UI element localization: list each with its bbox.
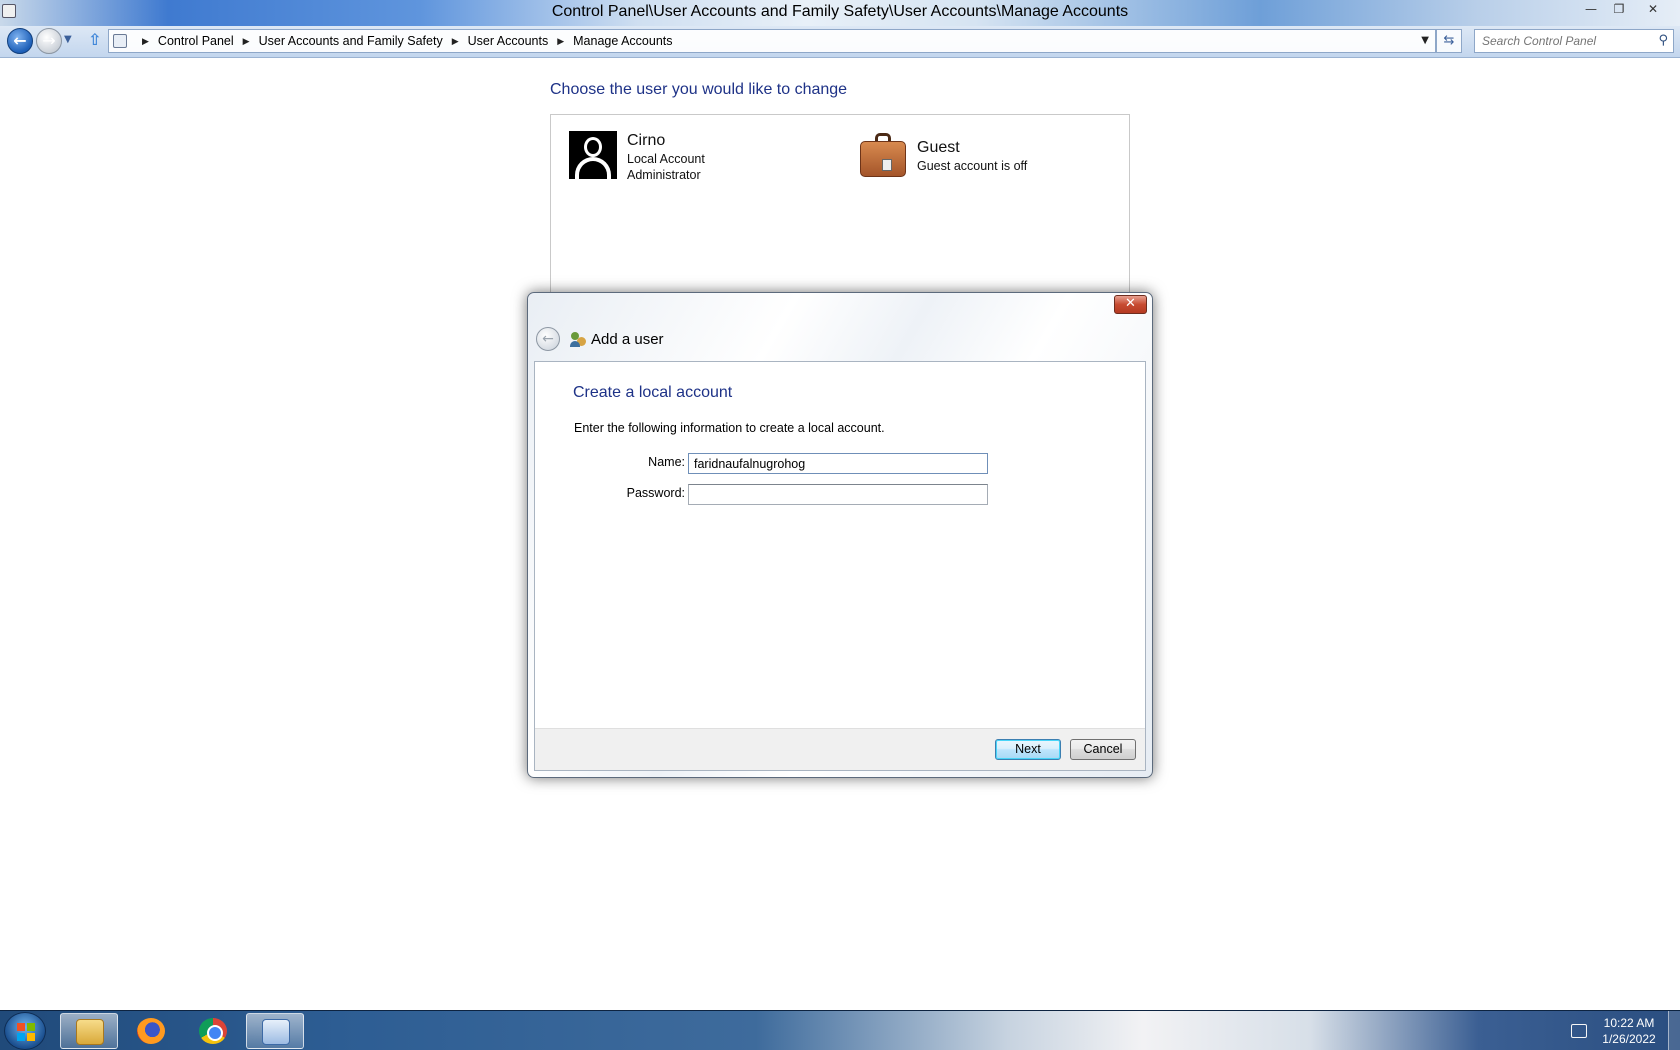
user-role: Administrator bbox=[627, 168, 701, 182]
show-desktop-button[interactable] bbox=[1668, 1011, 1680, 1050]
restore-icon[interactable]: ❐ bbox=[1608, 2, 1630, 18]
breadcrumb-separator-icon[interactable]: ▶ bbox=[452, 36, 459, 47]
window-title-bar: Control Panel\User Accounts and Family S… bbox=[0, 0, 1680, 26]
clock-time: 10:22 AM bbox=[1603, 1016, 1655, 1030]
clock-date: 1/26/2022 bbox=[1602, 1032, 1656, 1046]
breadcrumb-item[interactable]: User Accounts and Family Safety bbox=[259, 34, 443, 48]
chrome-icon bbox=[199, 1018, 227, 1044]
cancel-button[interactable]: Cancel bbox=[1070, 739, 1136, 760]
name-field[interactable] bbox=[688, 453, 988, 474]
dialog-footer: Next Cancel bbox=[535, 728, 1145, 770]
users-icon bbox=[570, 332, 586, 348]
user-silhouette-icon[interactable] bbox=[569, 131, 617, 179]
dialog-title: Add a user bbox=[591, 331, 664, 348]
firefox-icon bbox=[137, 1018, 165, 1044]
minimize-icon[interactable]: — bbox=[1580, 2, 1602, 18]
system-clock[interactable]: 10:22 AM 1/26/2022 bbox=[1598, 1015, 1660, 1047]
name-label: Name: bbox=[648, 455, 685, 469]
window-title: Control Panel\User Accounts and Family S… bbox=[551, 3, 1129, 20]
breadcrumb-item[interactable]: Control Panel bbox=[158, 34, 234, 48]
breadcrumb-item[interactable]: Manage Accounts bbox=[573, 34, 672, 48]
search-box[interactable]: ⚲ bbox=[1474, 29, 1674, 53]
next-button[interactable]: Next bbox=[995, 739, 1061, 760]
windows-explorer-icon bbox=[76, 1019, 104, 1045]
back-button[interactable]: ← bbox=[7, 28, 33, 54]
close-icon[interactable]: ✕ bbox=[1642, 2, 1664, 18]
suitcase-icon[interactable] bbox=[858, 131, 906, 179]
search-icon[interactable]: ⚲ bbox=[1658, 33, 1668, 48]
user-name[interactable]: Guest bbox=[917, 139, 960, 157]
dialog-description: Enter the following information to creat… bbox=[574, 421, 885, 435]
taskbar-control-panel-button[interactable] bbox=[246, 1013, 304, 1049]
add-user-dialog: ✕ ← Add a user Create a local account En… bbox=[527, 292, 1153, 778]
password-label: Password: bbox=[626, 486, 685, 500]
refresh-icon[interactable]: ⇆ bbox=[1436, 29, 1462, 53]
windows-logo-icon bbox=[17, 1023, 35, 1041]
network-icon[interactable] bbox=[1571, 1024, 1587, 1038]
control-panel-icon bbox=[262, 1019, 290, 1045]
user-list: Cirno Local Account Administrator Guest … bbox=[550, 114, 1130, 294]
page-title: Choose the user you would like to change bbox=[550, 81, 848, 98]
dialog-heading: Create a local account bbox=[573, 384, 733, 401]
user-name[interactable]: Cirno bbox=[627, 132, 665, 150]
forward-button[interactable]: → bbox=[36, 28, 62, 54]
taskbar-firefox-button[interactable] bbox=[122, 1013, 180, 1049]
breadcrumb-separator-icon[interactable]: ▶ bbox=[557, 36, 564, 47]
user-account-type: Local Account bbox=[627, 152, 705, 166]
back-button[interactable]: ← bbox=[536, 327, 560, 351]
user-status: Guest account is off bbox=[917, 159, 1028, 173]
password-field[interactable] bbox=[688, 484, 988, 505]
taskbar-chrome-button[interactable] bbox=[184, 1013, 242, 1049]
up-arrow-icon[interactable]: ⇧ bbox=[88, 30, 101, 49]
breadcrumb-separator-icon[interactable]: ▶ bbox=[142, 36, 149, 47]
breadcrumb-separator-icon[interactable]: ▶ bbox=[243, 36, 250, 47]
close-icon[interactable]: ✕ bbox=[1114, 295, 1147, 314]
search-input[interactable] bbox=[1475, 30, 1653, 52]
taskbar: 10:22 AM 1/26/2022 bbox=[0, 1010, 1680, 1050]
breadcrumb-item[interactable]: User Accounts bbox=[468, 34, 549, 48]
address-dropdown-icon[interactable]: ▼ bbox=[1421, 35, 1429, 46]
navigation-bar: ← → ▼ ⇧ ▶ Control Panel ▶ User Accounts and… bbox=[0, 26, 1680, 58]
start-button[interactable] bbox=[4, 1012, 46, 1050]
breadcrumb: ▶ Control Panel ▶ User Accounts and Family … bbox=[133, 34, 673, 48]
control-panel-icon bbox=[113, 34, 127, 48]
taskbar-explorer-button[interactable] bbox=[60, 1013, 118, 1049]
dialog-content: Create a local account Enter the followi… bbox=[534, 361, 1146, 771]
address-bar[interactable]: ▶ Control Panel ▶ User Accounts and Family … bbox=[108, 29, 1436, 53]
recent-pages-dropdown[interactable]: ▼ bbox=[64, 34, 72, 45]
